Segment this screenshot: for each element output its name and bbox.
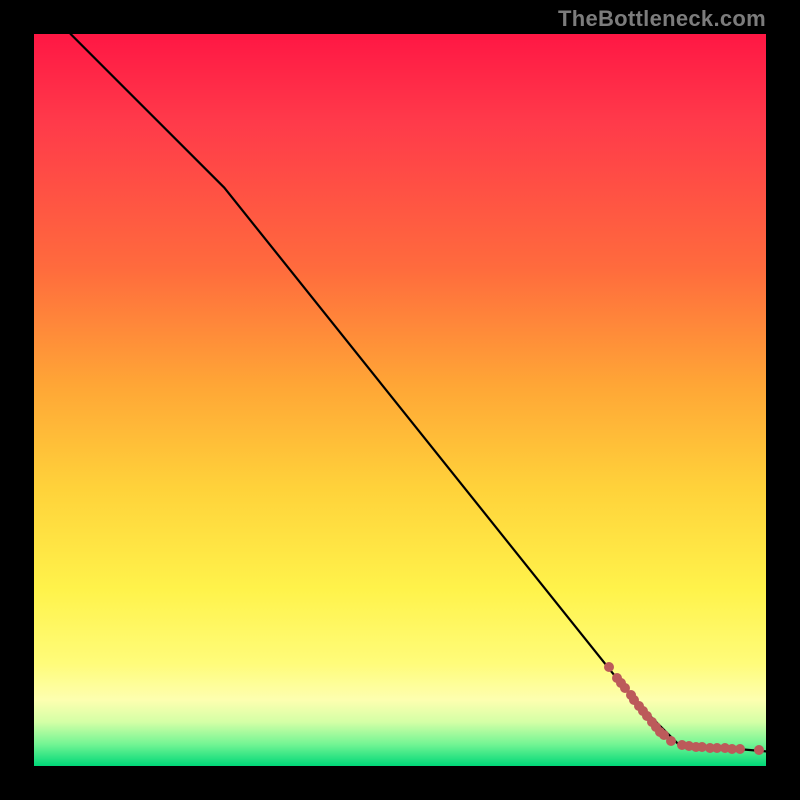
data-marker [754,745,764,755]
chart-container: TheBottleneck.com [0,0,800,800]
attribution-label: TheBottleneck.com [558,6,766,32]
data-marker [666,736,676,746]
markers-layer [34,34,766,766]
data-marker [735,744,745,754]
data-marker [604,662,614,672]
